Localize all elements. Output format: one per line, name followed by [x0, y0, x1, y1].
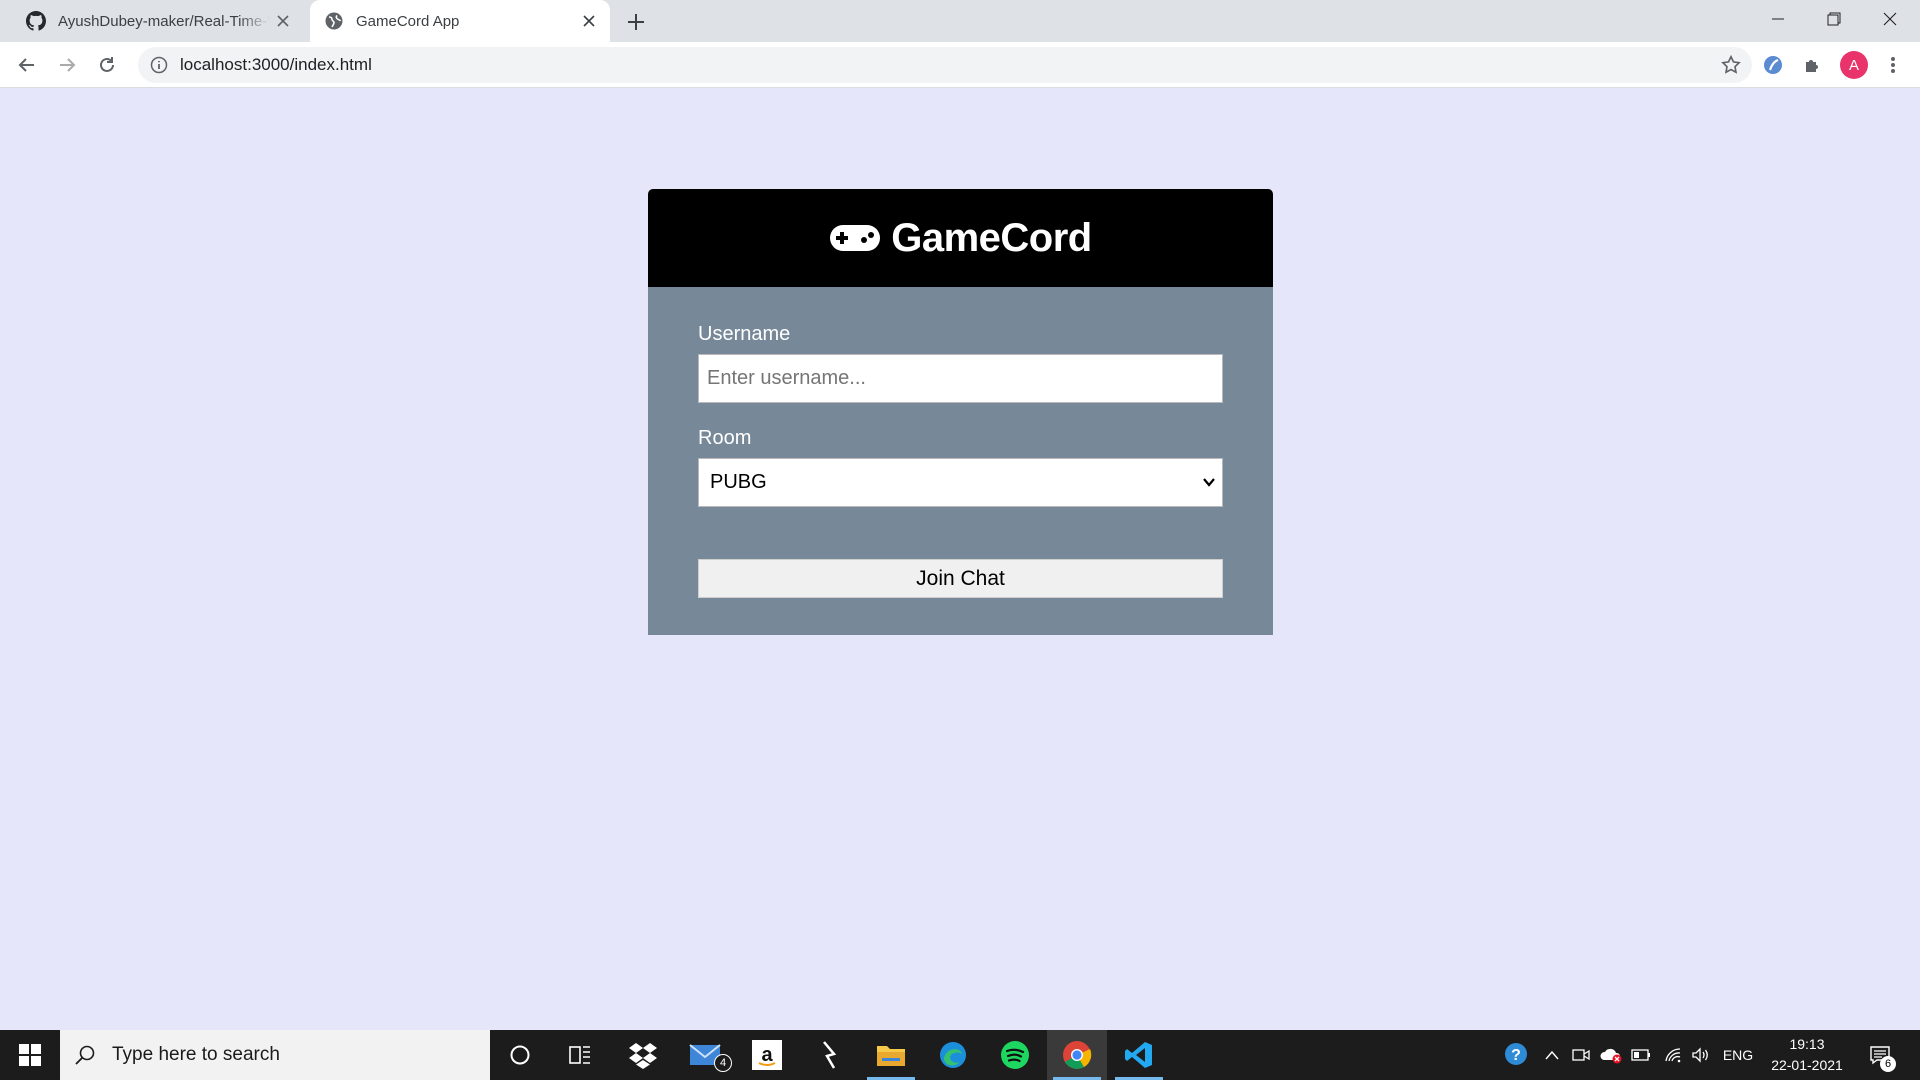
chrome-icon: [1063, 1041, 1092, 1069]
close-tab-icon[interactable]: [576, 8, 602, 34]
extensions-menu-button[interactable]: [1799, 51, 1827, 79]
minimize-icon: [1772, 18, 1784, 20]
room-label: Room: [698, 427, 752, 449]
card-header: GameCord: [648, 189, 1273, 287]
chrome-button[interactable]: [1047, 1030, 1107, 1080]
meet-now-tray-button[interactable]: [1568, 1030, 1594, 1080]
username-label: Username: [698, 323, 791, 345]
speaker-icon: [1692, 1047, 1708, 1063]
arrow-left-icon: [18, 58, 34, 72]
chevron-up-icon: [1545, 1050, 1559, 1060]
wifi-tray-button[interactable]: [1660, 1030, 1686, 1080]
battery-icon: [1631, 1049, 1650, 1061]
language-indicator[interactable]: ENG: [1718, 1030, 1758, 1080]
spotify-icon: [1001, 1041, 1029, 1069]
close-window-button[interactable]: [1862, 0, 1918, 38]
cloud-error-icon: [1600, 1048, 1622, 1064]
info-icon[interactable]: [150, 56, 168, 74]
spotify-button[interactable]: [985, 1030, 1045, 1080]
chevron-down-icon: [1203, 478, 1215, 487]
camera-icon: [1572, 1049, 1590, 1061]
browser-menu-button[interactable]: [1879, 51, 1907, 79]
notification-badge: 6: [1880, 1056, 1896, 1072]
amazon-button[interactable]: a: [737, 1030, 797, 1080]
tab-gamecord[interactable]: GameCord App: [310, 0, 610, 42]
brand-title: GameCord: [891, 215, 1092, 260]
battery-tray-button[interactable]: [1628, 1030, 1654, 1080]
vscode-button[interactable]: [1109, 1030, 1169, 1080]
edge-button[interactable]: [923, 1030, 983, 1080]
folder-icon: [877, 1046, 905, 1066]
task-view-button[interactable]: [550, 1030, 610, 1080]
show-hidden-icons-button[interactable]: [1540, 1030, 1564, 1080]
arrow-right-icon: [60, 58, 76, 72]
cortana-icon: [510, 1045, 530, 1065]
search-placeholder: Type here to search: [112, 1044, 280, 1065]
join-card: GameCord Username Room PUBG Join Chat: [648, 189, 1273, 635]
dropbox-icon: [629, 1043, 657, 1069]
extension-logo-icon: [1764, 56, 1782, 74]
help-tray-button[interactable]: ?: [1500, 1030, 1534, 1080]
new-tab-button[interactable]: [622, 8, 650, 36]
windows-taskbar: Type here to search 4 a ? ENG 19:13 22-0…: [0, 1030, 1920, 1080]
globe-icon: [325, 12, 343, 30]
taskbar-search[interactable]: Type here to search: [60, 1030, 490, 1080]
volume-tray-button[interactable]: [1688, 1030, 1714, 1080]
puzzle-icon: [1806, 60, 1818, 72]
restore-button[interactable]: [1806, 0, 1862, 38]
minimize-button[interactable]: [1750, 0, 1806, 38]
tab-title: GameCord App: [356, 12, 460, 30]
close-icon: [1883, 12, 1897, 26]
plus-icon: [628, 14, 644, 30]
vscode-icon: [1125, 1042, 1152, 1068]
kebab-menu-icon: [1891, 57, 1895, 73]
onedrive-tray-button[interactable]: [1597, 1030, 1625, 1080]
mail-badge: 4: [714, 1054, 732, 1072]
dropbox-button[interactable]: [613, 1030, 673, 1080]
lightning-app-icon: [823, 1041, 837, 1069]
address-bar[interactable]: localhost:3000/index.html: [138, 47, 1752, 83]
start-button[interactable]: [0, 1030, 60, 1080]
close-tab-icon[interactable]: [270, 8, 296, 34]
svg-text:?: ?: [1511, 1047, 1521, 1064]
browser-tab-strip: AyushDubey-maker/Real-Time-W GameCord Ap…: [0, 0, 1920, 42]
tab-title: AyushDubey-maker/Real-Time-W: [58, 12, 270, 30]
bookmark-star-icon[interactable]: [1720, 54, 1742, 76]
clock-time: 19:13: [1789, 1036, 1825, 1052]
restore-icon: [1827, 12, 1841, 26]
reload-icon: [100, 57, 114, 72]
windows-logo-icon: [19, 1044, 41, 1066]
clock-date: 22-01-2021: [1771, 1057, 1843, 1073]
forward-button[interactable]: [53, 51, 81, 79]
help-icon: ?: [1505, 1043, 1527, 1065]
search-icon: [75, 1045, 95, 1065]
room-select[interactable]: PUBG: [698, 458, 1223, 507]
card-body: Username Room PUBG Join Chat: [648, 287, 1273, 635]
taskbar-clock[interactable]: 19:13 22-01-2021: [1762, 1034, 1852, 1076]
room-selected-value: PUBG: [710, 471, 767, 493]
cortana-button[interactable]: [490, 1030, 550, 1080]
username-input[interactable]: [698, 354, 1223, 403]
browser-toolbar: localhost:3000/index.html A: [0, 42, 1920, 88]
file-explorer-button[interactable]: [861, 1030, 921, 1080]
task-view-icon: [569, 1046, 590, 1064]
page-viewport: GameCord Username Room PUBG Join Chat: [0, 88, 1920, 1030]
extension-button[interactable]: [1759, 51, 1787, 79]
reload-button[interactable]: [93, 51, 121, 79]
gamepad-icon: [830, 225, 881, 251]
wifi-icon: [1665, 1048, 1681, 1063]
edge-icon: [940, 1042, 966, 1068]
slash-app-button[interactable]: [799, 1030, 859, 1080]
profile-avatar[interactable]: A: [1840, 51, 1868, 79]
amazon-icon: a: [752, 1040, 782, 1070]
back-button[interactable]: [13, 51, 41, 79]
url-text: localhost:3000/index.html: [180, 55, 372, 74]
github-icon: [26, 11, 46, 31]
tab-github[interactable]: AyushDubey-maker/Real-Time-W: [12, 0, 304, 42]
action-center-button[interactable]: [1862, 1030, 1898, 1080]
svg-text:a: a: [761, 1044, 773, 1066]
join-chat-button[interactable]: Join Chat: [698, 559, 1223, 598]
